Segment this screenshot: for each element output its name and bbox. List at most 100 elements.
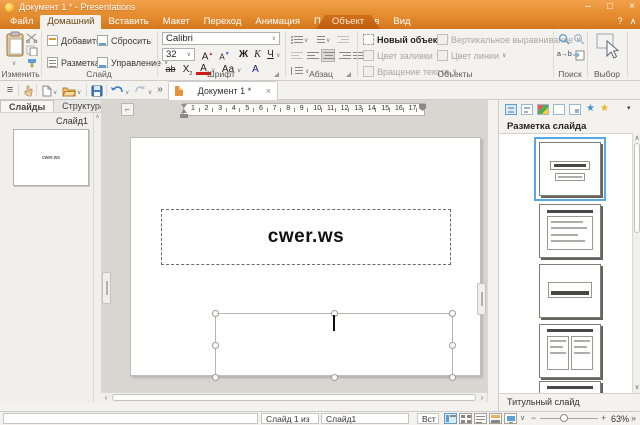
- tab-animation[interactable]: Анимация: [248, 15, 307, 29]
- align-center-button[interactable]: [321, 49, 335, 62]
- tab-layout[interactable]: Макет: [156, 15, 197, 29]
- undo-chevron-icon[interactable]: ∨: [125, 89, 129, 96]
- paragraph-dialog-launcher-icon[interactable]: [346, 72, 351, 77]
- layout-thumbnail-two-col[interactable]: [539, 324, 601, 378]
- canvas-horizontal-scrollbar[interactable]: ‹ ›: [101, 392, 487, 402]
- font-size-combo[interactable]: 32∨: [162, 48, 195, 61]
- layout-scroll-thumb[interactable]: [634, 143, 640, 233]
- underline-chevron-icon[interactable]: ∨: [276, 52, 280, 59]
- handout-view-icon[interactable]: [489, 413, 502, 424]
- tab-transition[interactable]: Переход: [197, 15, 249, 29]
- zoom-slider-thumb[interactable]: [560, 414, 568, 422]
- sidebar-layouts-icon[interactable]: [505, 104, 517, 115]
- undo-button[interactable]: [111, 85, 124, 99]
- sidebar-menu-dropdown-icon[interactable]: ▾: [627, 103, 631, 115]
- minimize-button[interactable]: –: [578, 0, 598, 14]
- layout-thumbnail-center-box[interactable]: [539, 264, 601, 318]
- redo-chevron-icon[interactable]: ∨: [148, 89, 152, 96]
- scroll-up-icon[interactable]: ∧: [95, 114, 99, 120]
- decrease-indent-button[interactable]: [291, 51, 303, 61]
- right-splitter-grip[interactable]: [477, 283, 486, 315]
- numbered-list-button[interactable]: [313, 35, 325, 45]
- redo-button[interactable]: [134, 85, 147, 99]
- resize-handle-bottom-middle[interactable]: [331, 374, 338, 381]
- increase-indent-button[interactable]: [337, 35, 349, 45]
- tab-insert[interactable]: Вставить: [101, 15, 155, 29]
- tab-home[interactable]: Домашний: [40, 15, 101, 29]
- tab-object-context[interactable]: Объект: [316, 15, 380, 29]
- grow-font-button[interactable]: A▲: [200, 48, 215, 61]
- open-document-chevron-icon[interactable]: ∨: [77, 89, 81, 96]
- new-document-chevron-icon[interactable]: ∨: [53, 89, 57, 96]
- numbered-list-chevron-icon[interactable]: ∨: [326, 37, 330, 44]
- document-tab[interactable]: Документ 1 * ×: [168, 81, 278, 100]
- touch-mode-button[interactable]: [23, 85, 33, 100]
- zoom-slider-track[interactable]: [540, 418, 598, 419]
- slide-name[interactable]: Слайд1: [321, 413, 409, 424]
- fill-color-button[interactable]: Цвет заливки∨: [363, 50, 440, 61]
- zoom-level[interactable]: 63%: [611, 414, 629, 424]
- line-color-button[interactable]: Цвет линии∨: [437, 50, 506, 61]
- bold-button[interactable]: Ж: [236, 48, 251, 61]
- copy-button[interactable]: [26, 45, 38, 59]
- horizontal-scroll-thumb[interactable]: [112, 394, 476, 401]
- ruler-margin-marker[interactable]: [180, 114, 188, 118]
- normal-view-icon[interactable]: [444, 413, 457, 424]
- align-left-button[interactable]: [307, 51, 319, 61]
- resize-handle-middle-left[interactable]: [212, 342, 219, 349]
- align-right-button[interactable]: [339, 51, 351, 61]
- tab-slides[interactable]: Слайды: [0, 100, 54, 112]
- font-dialog-launcher-icon[interactable]: [274, 72, 279, 77]
- slides-panel-scrollbar[interactable]: ∧: [93, 113, 101, 402]
- ruler-options-button[interactable]: ⌐: [121, 103, 134, 116]
- canvas-vertical-scrollbar[interactable]: ∧ ∨ ⊼ ▲ ❏ ▼ ⊻: [487, 100, 488, 402]
- notes-view-icon[interactable]: [474, 413, 487, 424]
- slide-thumbnail[interactable]: cwer.ws: [13, 129, 89, 186]
- close-button[interactable]: ×: [622, 0, 640, 14]
- layout-thumbnail-title-lines[interactable]: [539, 204, 601, 258]
- title-placeholder[interactable]: cwer.ws: [161, 209, 451, 265]
- replace-button[interactable]: a→b: [557, 51, 572, 58]
- zoom-out-icon[interactable]: −: [531, 412, 536, 425]
- layout-list-scrollbar[interactable]: ∧ ∨: [632, 133, 640, 393]
- open-document-button[interactable]: [62, 86, 76, 100]
- slideshow-chevron-icon[interactable]: ∨: [520, 412, 525, 425]
- scroll-left-icon[interactable]: ‹: [101, 393, 111, 402]
- paste-chevron-icon[interactable]: ∨: [12, 60, 16, 67]
- goto-button[interactable]: [573, 50, 585, 64]
- document-tab-close-icon[interactable]: ×: [266, 86, 271, 96]
- paste-button[interactable]: [5, 31, 25, 60]
- resize-handle-bottom-left[interactable]: [212, 374, 219, 381]
- slide-page[interactable]: cwer.ws: [130, 137, 481, 376]
- reset-slide-button[interactable]: Сбросить: [97, 35, 151, 46]
- sidebar-transition-icon[interactable]: [569, 104, 581, 115]
- sidebar-background-icon[interactable]: [553, 104, 565, 115]
- slideshow-view-icon[interactable]: [504, 413, 517, 424]
- tab-view[interactable]: Вид: [386, 15, 417, 29]
- font-name-combo[interactable]: Calibri∨: [162, 32, 280, 45]
- insert-mode-indicator[interactable]: Вст: [417, 413, 439, 424]
- search-button[interactable]: [558, 33, 570, 48]
- scroll-right-icon[interactable]: ›: [477, 393, 487, 402]
- sidebar-master-icon[interactable]: [521, 104, 533, 115]
- slide-counter[interactable]: Слайд 1 из 1: [261, 413, 319, 424]
- save-button[interactable]: [91, 85, 103, 100]
- collapse-ribbon-icon[interactable]: ∧: [627, 16, 639, 27]
- zoom-in-icon[interactable]: +: [601, 412, 606, 425]
- menu-icon[interactable]: ≡: [4, 83, 16, 97]
- toolbar-overflow-icon[interactable]: »: [155, 83, 165, 97]
- search-again-button[interactable]: [573, 33, 585, 48]
- bullet-list-button[interactable]: [291, 35, 303, 45]
- bullet-list-chevron-icon[interactable]: ∨: [304, 37, 308, 44]
- maximize-button[interactable]: □: [600, 0, 620, 14]
- resize-handle-bottom-right[interactable]: [449, 374, 456, 381]
- sidebar-favorites-blue-star-icon[interactable]: ★: [586, 103, 595, 115]
- scroll-down-icon[interactable]: ∨: [633, 383, 640, 393]
- statusbar-overflow-icon[interactable]: »: [631, 412, 636, 425]
- resize-handle-top-right[interactable]: [449, 310, 456, 317]
- left-splitter-grip[interactable]: [102, 272, 111, 304]
- select-objects-button[interactable]: [595, 32, 621, 63]
- resize-handle-middle-right[interactable]: [449, 342, 456, 349]
- sidebar-favorites-yellow-star-icon[interactable]: ★: [600, 103, 609, 115]
- resize-handle-top-left[interactable]: [212, 310, 219, 317]
